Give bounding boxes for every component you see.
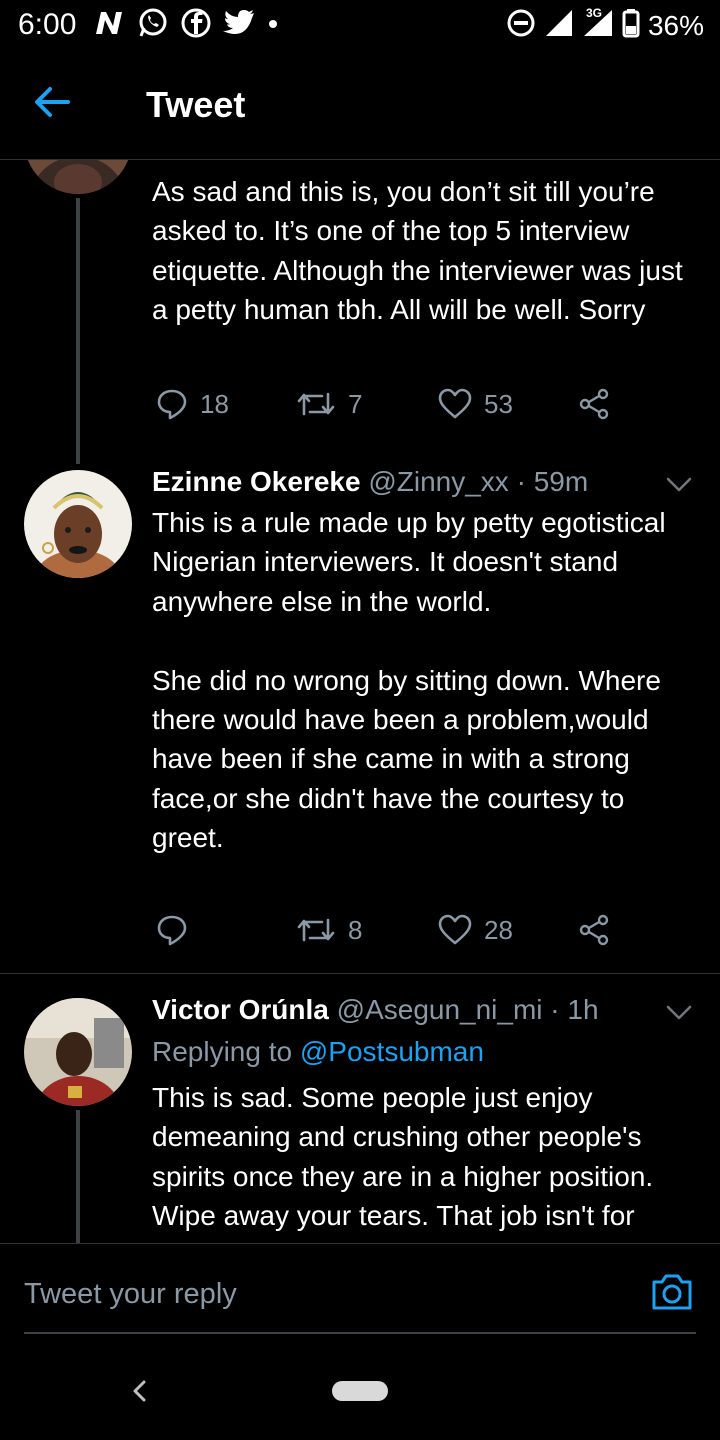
heart-icon	[438, 388, 472, 419]
tweet-header: Ezinne Okereke @Zinny_xx · 59m	[152, 466, 588, 498]
notification-icons	[92, 6, 280, 45]
tweet-time: · 59m	[516, 466, 589, 497]
display-name[interactable]: Victor Orúnla	[152, 994, 329, 1025]
network-type-label: 3G	[585, 6, 602, 20]
reply-feed[interactable]: As sad and this is, you don’t sit till y…	[0, 160, 720, 1243]
heart-icon	[438, 914, 472, 945]
tweet-text: This is sad. Some people just enjoy deme…	[152, 1082, 661, 1232]
reply-input[interactable]	[24, 1274, 624, 1314]
reply-button[interactable]: 18	[156, 388, 229, 420]
do-not-disturb-icon	[506, 8, 536, 43]
like-count: 28	[484, 914, 513, 945]
user-handle[interactable]: @Zinny_xx	[368, 466, 508, 497]
thread-line	[76, 198, 80, 464]
avatar[interactable]	[24, 160, 132, 194]
camera-icon	[652, 1274, 692, 1310]
status-bar: 6:00 3G 36%	[0, 0, 720, 50]
avatar[interactable]	[24, 998, 132, 1106]
nav-home-pill[interactable]	[332, 1381, 388, 1401]
dot-icon	[266, 8, 280, 43]
tweet-time: · 1h	[550, 994, 599, 1025]
battery-icon	[622, 8, 640, 43]
share-icon	[579, 388, 609, 420]
back-arrow-icon	[35, 87, 70, 117]
camera-button[interactable]	[650, 1272, 694, 1314]
back-button[interactable]	[32, 84, 78, 124]
retweet-count: 8	[348, 914, 363, 945]
tweet-divider	[0, 973, 720, 974]
retweet-button[interactable]: 7	[296, 388, 362, 420]
replying-to: Replying to @Postsubman	[152, 1036, 484, 1068]
reply-icon	[157, 389, 187, 420]
reply-composer	[0, 1243, 720, 1343]
chevron-down-icon	[666, 477, 692, 492]
system-navigation-bar	[0, 1343, 720, 1440]
reply-button[interactable]	[156, 914, 200, 946]
battery-percent: 36%	[647, 9, 704, 41]
page-title: Tweet	[146, 84, 246, 125]
retweet-icon	[297, 918, 335, 942]
tweet-menu-button[interactable]	[666, 1004, 692, 1022]
share-icon	[579, 914, 609, 946]
tweet-header: Victor Orúnla @Asegun_ni_mi · 1h	[152, 994, 599, 1026]
retweet-button[interactable]: 8	[296, 914, 362, 946]
system-icons: 3G 36%	[506, 6, 704, 43]
tweet-menu-button[interactable]	[666, 476, 692, 494]
status-time: 6:00	[18, 8, 77, 41]
chevron-left-icon	[133, 1380, 146, 1402]
whatsapp-icon	[136, 6, 170, 45]
retweet-icon	[297, 392, 335, 416]
signal-3g-icon: 3G	[582, 6, 614, 43]
share-button[interactable]	[578, 914, 610, 946]
facebook-icon	[180, 7, 212, 44]
tweet-actions: 18 7 53	[152, 388, 672, 428]
user-handle[interactable]: @Asegun_ni_mi	[337, 994, 543, 1025]
thread-line	[76, 1110, 80, 1243]
signal-icon	[544, 8, 574, 43]
replying-to-cut	[152, 160, 332, 170]
chevron-down-icon	[666, 1005, 692, 1020]
retweet-count: 7	[348, 388, 363, 419]
reply-icon	[157, 915, 187, 946]
input-underline	[24, 1332, 696, 1334]
display-name[interactable]: Ezinne Okereke	[152, 466, 361, 497]
share-button[interactable]	[578, 388, 610, 420]
tweet-text: As sad and this is, you don’t sit till y…	[152, 176, 691, 326]
reply-count: 18	[200, 388, 229, 419]
nav-back-button[interactable]	[128, 1379, 152, 1403]
replying-prefix: Replying to	[152, 1036, 300, 1067]
n-app-icon	[92, 8, 126, 43]
like-button[interactable]: 53	[438, 388, 513, 420]
app-header: Tweet	[0, 50, 720, 160]
replying-to-handle[interactable]: @Postsubman	[300, 1036, 484, 1067]
like-count: 53	[484, 388, 513, 419]
tweet-text: This is a rule made up by petty egotisti…	[152, 507, 666, 854]
twitter-icon	[222, 8, 256, 43]
avatar[interactable]	[24, 470, 132, 578]
like-button[interactable]: 28	[438, 914, 513, 946]
tweet-actions: 8 28	[152, 914, 672, 954]
